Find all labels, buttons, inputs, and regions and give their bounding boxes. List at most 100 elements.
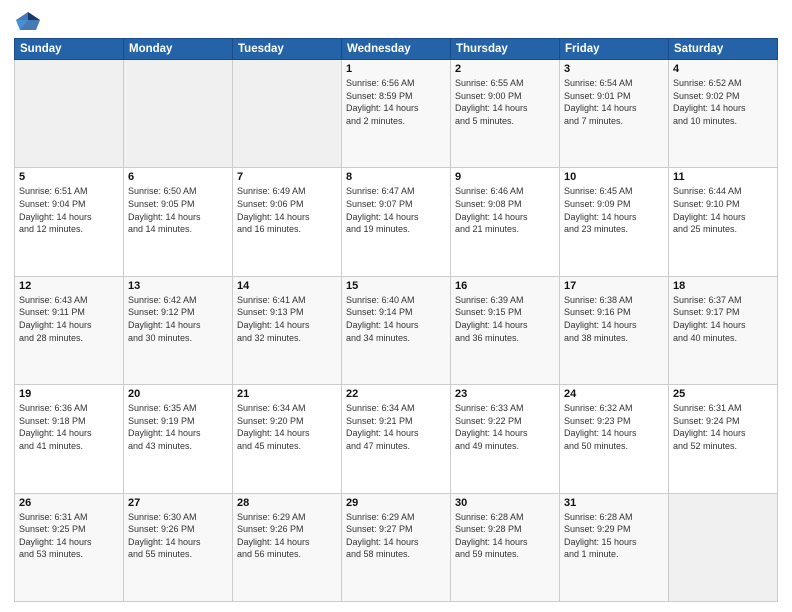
calendar-cell: 11 Sunrise: 6:44 AM Sunset: 9:10 PM Dayli… <box>669 168 778 276</box>
day-info: Sunrise: 6:39 AM Sunset: 9:15 PM Dayligh… <box>455 294 555 344</box>
day-number: 2 <box>455 63 555 75</box>
day-number: 23 <box>455 388 555 400</box>
day-info: Sunrise: 6:32 AM Sunset: 9:23 PM Dayligh… <box>564 402 664 452</box>
calendar-cell: 9Sunrise: 6:46 AM Sunset: 9:08 PM Daylig… <box>451 168 560 276</box>
day-number: 31 <box>564 497 664 509</box>
day-number: 10 <box>564 171 664 183</box>
weekday-header: Sunday <box>15 39 124 60</box>
calendar-week-row: 5 Sunrise: 6:51 AM Sunset: 9:04 PM Daylig… <box>15 168 778 276</box>
day-number: 12 <box>19 280 119 292</box>
calendar-cell: 7 Sunrise: 6:49 AM Sunset: 9:06 PM Daylig… <box>233 168 342 276</box>
day-number: 7 <box>237 171 337 183</box>
calendar-cell: 25 Sunrise: 6:31 AM Sunset: 9:24 PM Dayli… <box>669 385 778 493</box>
day-number: 25 <box>673 388 773 400</box>
day-number: 28 <box>237 497 337 509</box>
calendar-cell: 4 Sunrise: 6:52 AM Sunset: 9:02 PM Daylig… <box>669 60 778 168</box>
day-info: Sunrise: 6:33 AM Sunset: 9:22 PM Dayligh… <box>455 402 555 452</box>
calendar-cell: 15 Sunrise: 6:40 AM Sunset: 9:14 PM Dayli… <box>342 276 451 384</box>
calendar-cell: 20Sunrise: 6:35 AM Sunset: 9:19 PM Dayli… <box>124 385 233 493</box>
calendar-week-row: 19Sunrise: 6:36 AM Sunset: 9:18 PM Dayli… <box>15 385 778 493</box>
calendar-cell: 5 Sunrise: 6:51 AM Sunset: 9:04 PM Daylig… <box>15 168 124 276</box>
weekday-header: Friday <box>560 39 669 60</box>
calendar-cell: 19Sunrise: 6:36 AM Sunset: 9:18 PM Dayli… <box>15 385 124 493</box>
day-number: 11 <box>673 171 773 183</box>
weekday-header: Tuesday <box>233 39 342 60</box>
day-info: Sunrise: 6:47 AM Sunset: 9:07 PM Dayligh… <box>346 185 446 235</box>
calendar-cell: 2Sunrise: 6:55 AM Sunset: 9:00 PM Daylig… <box>451 60 560 168</box>
day-info: Sunrise: 6:42 AM Sunset: 9:12 PM Dayligh… <box>128 294 228 344</box>
day-info: Sunrise: 6:29 AM Sunset: 9:26 PM Dayligh… <box>237 511 337 561</box>
day-number: 8 <box>346 171 446 183</box>
day-info: Sunrise: 6:44 AM Sunset: 9:10 PM Dayligh… <box>673 185 773 235</box>
day-number: 6 <box>128 171 228 183</box>
calendar-cell: 6 Sunrise: 6:50 AM Sunset: 9:05 PM Daylig… <box>124 168 233 276</box>
calendar-cell: 23 Sunrise: 6:33 AM Sunset: 9:22 PM Dayli… <box>451 385 560 493</box>
day-number: 16 <box>455 280 555 292</box>
day-info: Sunrise: 6:50 AM Sunset: 9:05 PM Dayligh… <box>128 185 228 235</box>
day-number: 22 <box>346 388 446 400</box>
day-info: Sunrise: 6:40 AM Sunset: 9:14 PM Dayligh… <box>346 294 446 344</box>
day-info: Sunrise: 6:35 AM Sunset: 9:19 PM Dayligh… <box>128 402 228 452</box>
day-number: 19 <box>19 388 119 400</box>
day-number: 4 <box>673 63 773 75</box>
day-info: Sunrise: 6:49 AM Sunset: 9:06 PM Dayligh… <box>237 185 337 235</box>
day-number: 26 <box>19 497 119 509</box>
day-number: 14 <box>237 280 337 292</box>
calendar-cell <box>233 60 342 168</box>
day-number: 3 <box>564 63 664 75</box>
calendar-cell: 16 Sunrise: 6:39 AM Sunset: 9:15 PM Dayli… <box>451 276 560 384</box>
calendar-cell: 13Sunrise: 6:42 AM Sunset: 9:12 PM Dayli… <box>124 276 233 384</box>
day-number: 17 <box>564 280 664 292</box>
day-info: Sunrise: 6:41 AM Sunset: 9:13 PM Dayligh… <box>237 294 337 344</box>
day-info: Sunrise: 6:43 AM Sunset: 9:11 PM Dayligh… <box>19 294 119 344</box>
calendar-cell: 30 Sunrise: 6:28 AM Sunset: 9:28 PM Dayli… <box>451 493 560 601</box>
calendar-cell: 27Sunrise: 6:30 AM Sunset: 9:26 PM Dayli… <box>124 493 233 601</box>
calendar-cell: 8 Sunrise: 6:47 AM Sunset: 9:07 PM Daylig… <box>342 168 451 276</box>
header <box>14 10 778 32</box>
day-number: 5 <box>19 171 119 183</box>
calendar-table: SundayMondayTuesdayWednesdayThursdayFrid… <box>14 38 778 602</box>
calendar-cell <box>669 493 778 601</box>
calendar-cell: 1 Sunrise: 6:56 AM Sunset: 8:59 PM Daylig… <box>342 60 451 168</box>
day-info: Sunrise: 6:37 AM Sunset: 9:17 PM Dayligh… <box>673 294 773 344</box>
day-info: Sunrise: 6:30 AM Sunset: 9:26 PM Dayligh… <box>128 511 228 561</box>
day-number: 1 <box>346 63 446 75</box>
weekday-header: Wednesday <box>342 39 451 60</box>
calendar-cell <box>124 60 233 168</box>
weekday-header: Saturday <box>669 39 778 60</box>
day-info: Sunrise: 6:51 AM Sunset: 9:04 PM Dayligh… <box>19 185 119 235</box>
calendar-cell: 24 Sunrise: 6:32 AM Sunset: 9:23 PM Dayli… <box>560 385 669 493</box>
day-info: Sunrise: 6:54 AM Sunset: 9:01 PM Dayligh… <box>564 77 664 127</box>
day-number: 24 <box>564 388 664 400</box>
calendar-cell: 26 Sunrise: 6:31 AM Sunset: 9:25 PM Dayli… <box>15 493 124 601</box>
calendar-cell: 28 Sunrise: 6:29 AM Sunset: 9:26 PM Dayli… <box>233 493 342 601</box>
calendar-body: 1 Sunrise: 6:56 AM Sunset: 8:59 PM Daylig… <box>15 60 778 602</box>
weekday-row: SundayMondayTuesdayWednesdayThursdayFrid… <box>15 39 778 60</box>
day-info: Sunrise: 6:34 AM Sunset: 9:21 PM Dayligh… <box>346 402 446 452</box>
day-number: 18 <box>673 280 773 292</box>
day-info: Sunrise: 6:38 AM Sunset: 9:16 PM Dayligh… <box>564 294 664 344</box>
day-info: Sunrise: 6:28 AM Sunset: 9:28 PM Dayligh… <box>455 511 555 561</box>
page: SundayMondayTuesdayWednesdayThursdayFrid… <box>0 0 792 612</box>
calendar-week-row: 1 Sunrise: 6:56 AM Sunset: 8:59 PM Daylig… <box>15 60 778 168</box>
day-number: 15 <box>346 280 446 292</box>
day-info: Sunrise: 6:52 AM Sunset: 9:02 PM Dayligh… <box>673 77 773 127</box>
logo-icon <box>14 10 42 32</box>
day-info: Sunrise: 6:28 AM Sunset: 9:29 PM Dayligh… <box>564 511 664 561</box>
calendar-cell: 14 Sunrise: 6:41 AM Sunset: 9:13 PM Dayli… <box>233 276 342 384</box>
day-info: Sunrise: 6:45 AM Sunset: 9:09 PM Dayligh… <box>564 185 664 235</box>
calendar-header: SundayMondayTuesdayWednesdayThursdayFrid… <box>15 39 778 60</box>
day-info: Sunrise: 6:29 AM Sunset: 9:27 PM Dayligh… <box>346 511 446 561</box>
day-number: 30 <box>455 497 555 509</box>
calendar-cell: 10 Sunrise: 6:45 AM Sunset: 9:09 PM Dayli… <box>560 168 669 276</box>
calendar-cell: 22 Sunrise: 6:34 AM Sunset: 9:21 PM Dayli… <box>342 385 451 493</box>
calendar-cell: 18 Sunrise: 6:37 AM Sunset: 9:17 PM Dayli… <box>669 276 778 384</box>
day-number: 21 <box>237 388 337 400</box>
day-info: Sunrise: 6:46 AM Sunset: 9:08 PM Dayligh… <box>455 185 555 235</box>
day-info: Sunrise: 6:31 AM Sunset: 9:24 PM Dayligh… <box>673 402 773 452</box>
day-info: Sunrise: 6:31 AM Sunset: 9:25 PM Dayligh… <box>19 511 119 561</box>
day-info: Sunrise: 6:56 AM Sunset: 8:59 PM Dayligh… <box>346 77 446 127</box>
calendar-cell <box>15 60 124 168</box>
calendar-cell: 12 Sunrise: 6:43 AM Sunset: 9:11 PM Dayli… <box>15 276 124 384</box>
weekday-header: Monday <box>124 39 233 60</box>
